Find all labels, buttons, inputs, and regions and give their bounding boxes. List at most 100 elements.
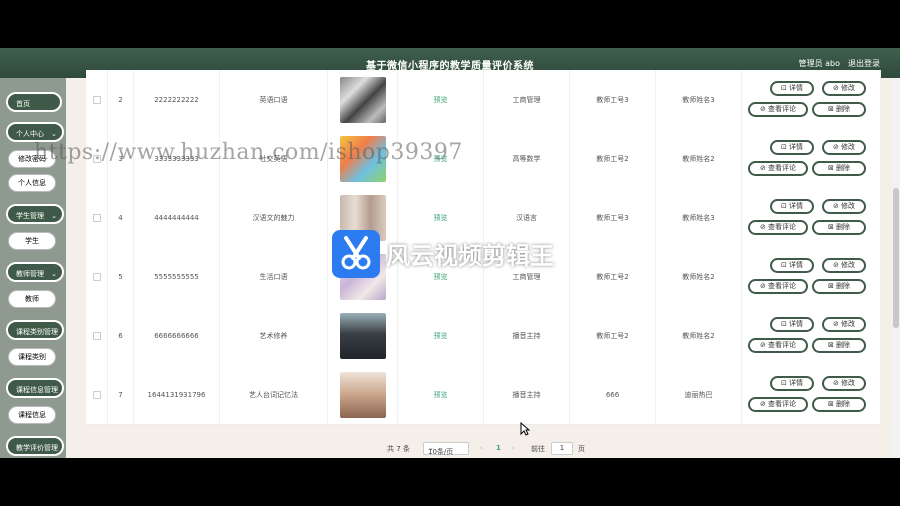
sidebar-sub-teacher[interactable]: 教师 (8, 290, 56, 308)
teacher-name-text: 教师姓名2 (682, 272, 715, 281)
edit-button[interactable]: ⊘ 修改 (822, 81, 866, 96)
edit-button[interactable]: ⊘ 修改 (822, 376, 866, 391)
sidebar-item-teaching-eval-mgmt[interactable]: 教学评价管理 (6, 436, 64, 456)
row-index: 6 (108, 306, 134, 365)
course-code-text: 1644131931796 (147, 390, 206, 399)
goto-page-input[interactable]: 1 (551, 442, 573, 455)
delete-button[interactable]: ⊠ 删除 (812, 102, 866, 117)
teacher-id: 教师工号3 (570, 70, 656, 129)
teacher-id-text: 教师工号2 (596, 272, 629, 281)
view-evaluation-button[interactable]: ⊘ 查看评论 (748, 102, 808, 117)
current-page[interactable]: 1 (496, 444, 501, 452)
detail-button[interactable]: ⊡ 详情 (770, 81, 814, 96)
preview-link-text[interactable]: 预览 (434, 390, 448, 400)
row-actions: ⊡ 详情 ⊘ 修改 ⊘ 查看评论 ⊠ 删除 (742, 247, 881, 306)
row-index-text: 6 (118, 331, 123, 340)
row-checkbox-cell (86, 306, 108, 365)
sidebar-item-course-type-mgmt[interactable]: 课程类别管理 (6, 320, 64, 340)
edit-button[interactable]: ⊘ 修改 (822, 140, 866, 155)
course-category: 高等数学 (484, 129, 570, 188)
view-evaluation-button[interactable]: ⊘ 查看评论 (748, 397, 808, 412)
sidebar-sub-course-info[interactable]: 课程信息 (8, 406, 56, 424)
row-index: 2 (108, 70, 134, 129)
view-evaluation-button[interactable]: ⊘ 查看评论 (748, 161, 808, 176)
edit-button[interactable]: ⊘ 修改 (822, 258, 866, 273)
table-row: 2 2222222222 英语口语 预览 工商管理 教师工号3 教师姓名3 ⊡ 详情 ⊘ 修改 ⊘… (86, 70, 881, 130)
teacher-name: 教师姓名3 (656, 188, 742, 247)
teacher-id: 教师工号2 (570, 247, 656, 306)
delete-button[interactable]: ⊠ 删除 (812, 397, 866, 412)
row-checkbox[interactable] (92, 390, 101, 399)
teacher-id-text: 666 (605, 390, 620, 399)
edit-button[interactable]: ⊘ 修改 (822, 199, 866, 214)
table-row: 6 6666666666 艺术修养 预览 播音主持 教师工号2 教师姓名2 ⊡ 详情 ⊘ 修改 ⊘… (86, 306, 881, 366)
vertical-scrollbar[interactable] (892, 78, 900, 458)
course-code: 6666666666 (134, 306, 220, 365)
delete-button[interactable]: ⊠ 删除 (812, 161, 866, 176)
course-image-cell (328, 306, 398, 365)
detail-button[interactable]: ⊡ 详情 (770, 258, 814, 273)
video-editor-logo-icon (332, 230, 380, 278)
sidebar-item-label: 学生管理 (16, 212, 44, 220)
preview-link-text[interactable]: 预览 (434, 95, 448, 105)
sidebar-item-label: 教学评价管理 (16, 444, 58, 452)
course-name: 生活口语 (220, 247, 328, 306)
logout-link[interactable]: 退出登录 (848, 58, 880, 69)
course-category-text: 播音主持 (512, 390, 541, 399)
prev-page-icon[interactable]: ‹ (480, 444, 483, 452)
course-code-text: 4444444444 (154, 213, 199, 222)
scrollbar-thumb[interactable] (893, 188, 899, 328)
delete-button[interactable]: ⊠ 删除 (812, 220, 866, 235)
view-evaluation-button[interactable]: ⊘ 查看评论 (748, 220, 808, 235)
teacher-id: 教师工号2 (570, 306, 656, 365)
row-checkbox[interactable] (92, 272, 101, 281)
detail-button[interactable]: ⊡ 详情 (770, 376, 814, 391)
preview-link: 预览 (398, 306, 484, 365)
course-category-text: 工商管理 (512, 95, 541, 104)
sidebar-item-teacher-mgmt[interactable]: 教师管理 ⌄ (6, 262, 64, 282)
teacher-id-text: 教师工号2 (596, 331, 629, 340)
view-evaluation-button[interactable]: ⊘ 查看评论 (748, 338, 808, 353)
sidebar-sub-course-type[interactable]: 课程类别 (8, 348, 56, 366)
course-name: 艺术修养 (220, 306, 328, 365)
sidebar-sub-personal-info[interactable]: 个人信息 (8, 174, 56, 192)
table-row: 7 1644131931796 艺人台词记忆法 预览 播音主持 666 迪丽热巴 ⊡ 详情 ⊘ … (86, 365, 881, 425)
sidebar-item-student-mgmt[interactable]: 学生管理 ⌄ (6, 204, 64, 224)
sidebar-item-personal[interactable]: 个人中心 ⌄ (6, 122, 64, 142)
course-thumbnail (339, 76, 386, 123)
sidebar-item-label: 个人中心 (16, 130, 44, 138)
edit-button[interactable]: ⊘ 修改 (822, 317, 866, 332)
page-size-value: 10条/页 (428, 448, 454, 456)
sidebar-item-course-info-mgmt[interactable]: 课程信息管理 (6, 378, 64, 398)
course-code-text: 5555555555 (154, 272, 199, 281)
preview-link-text[interactable]: 预览 (434, 272, 448, 282)
row-checkbox[interactable] (92, 331, 101, 340)
course-name-text: 艺术修养 (259, 331, 288, 340)
detail-button[interactable]: ⊡ 详情 (770, 317, 814, 332)
detail-button[interactable]: ⊡ 详情 (770, 140, 814, 155)
view-evaluation-button[interactable]: ⊘ 查看评论 (748, 279, 808, 294)
delete-button[interactable]: ⊠ 删除 (812, 279, 866, 294)
teacher-name: 教师姓名2 (656, 306, 742, 365)
preview-link-text[interactable]: 预览 (434, 331, 448, 341)
row-actions: ⊡ 详情 ⊘ 修改 ⊘ 查看评论 ⊠ 删除 (742, 129, 881, 188)
course-category: 播音主持 (484, 365, 570, 424)
detail-button[interactable]: ⊡ 详情 (770, 199, 814, 214)
teacher-name-text: 教师姓名3 (682, 213, 715, 222)
page-size-select[interactable]: 10条/页 ⌄ (423, 442, 469, 456)
row-checkbox[interactable] (92, 213, 101, 222)
teacher-name: 教师姓名3 (656, 70, 742, 129)
next-page-icon[interactable]: › (512, 444, 515, 452)
sidebar-item-label: 课程信息管理 (16, 386, 58, 394)
sidebar-sub-student[interactable]: 学生 (8, 232, 56, 250)
watermark-text: https://www.huzhan.com/ishop39397 (34, 140, 463, 165)
sidebar-item-home[interactable]: 首页 (6, 92, 62, 112)
delete-button[interactable]: ⊠ 删除 (812, 338, 866, 353)
row-index-text: 4 (118, 213, 123, 222)
preview-link-text[interactable]: 预览 (434, 213, 448, 223)
preview-link: 预览 (398, 70, 484, 129)
row-checkbox[interactable] (92, 95, 101, 104)
course-name-text: 艺人台词记忆法 (249, 390, 298, 399)
course-code-text: 6666666666 (154, 331, 199, 340)
course-category-text: 工商管理 (512, 272, 541, 281)
